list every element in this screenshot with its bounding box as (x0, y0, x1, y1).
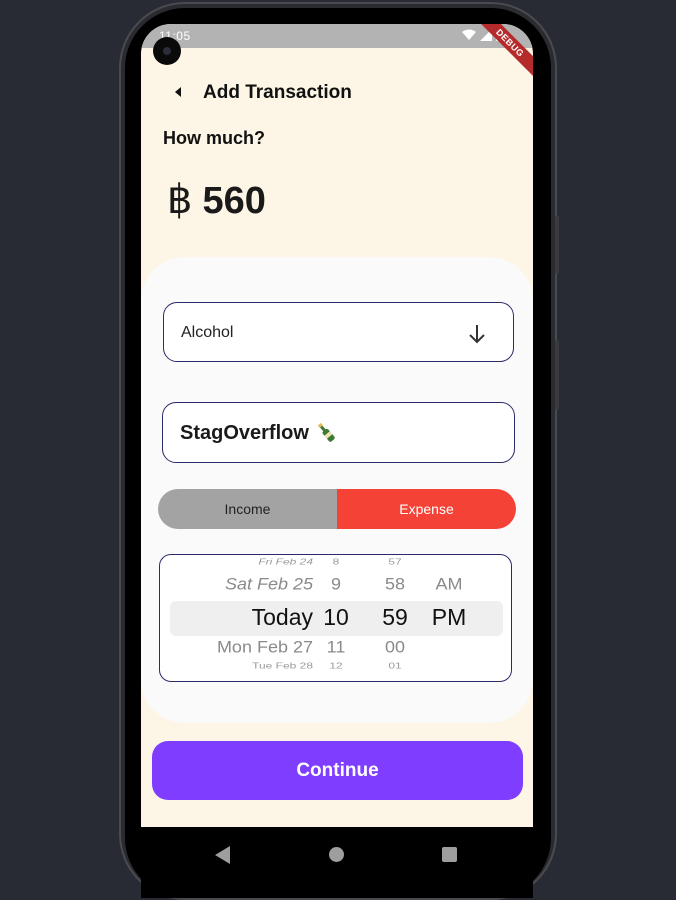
status-bar: 11:05 (141, 24, 533, 48)
nav-home-icon[interactable] (329, 847, 344, 862)
category-dropdown[interactable]: Alcohol (163, 302, 514, 362)
app-screen: 11:05 DEBUG Add Transaction How much? ฿ … (141, 24, 533, 898)
amount-prompt: How much? (163, 128, 265, 148)
back-arrow-icon[interactable] (173, 84, 183, 100)
transaction-type-toggle: Income Expense (158, 489, 516, 529)
wifi-icon (462, 29, 476, 40)
champagne-bottle-icon (317, 422, 335, 442)
picker-minute: 57 (388, 557, 402, 567)
description-field[interactable]: StagOverflow (162, 402, 515, 463)
picker-ampm: AM (435, 575, 463, 594)
app-header: Add Transaction (141, 74, 533, 110)
description-text: StagOverflow (180, 421, 337, 445)
picker-date: Sat Feb 25 (224, 575, 313, 594)
category-selected-value: Alcohol (181, 324, 234, 341)
picker-ampm: PM (431, 604, 467, 630)
picker-minute: 01 (388, 661, 402, 671)
nav-back-icon[interactable] (215, 846, 231, 864)
nav-recents-icon[interactable] (442, 847, 457, 862)
picker-hour: 12 (329, 661, 343, 671)
picker-date: Tue Feb 28 (252, 661, 313, 671)
power-button (555, 340, 559, 410)
amount-value: 560 (202, 180, 266, 222)
amount-display[interactable]: ฿ 560 (167, 177, 266, 223)
picker-hour: 10 (323, 604, 349, 630)
expense-toggle-button[interactable]: Expense (337, 489, 516, 529)
picker-date: Fri Feb 24 (258, 557, 313, 567)
picker-hour: 11 (326, 638, 346, 657)
picker-hour: 8 (332, 557, 340, 567)
picker-hour: 9 (330, 575, 341, 594)
date-time-picker[interactable]: Fri Feb 24 8 57 Sat Feb 25 9 58 AM Today… (159, 554, 512, 682)
picker-date: Mon Feb 27 (216, 638, 313, 657)
picker-minute: 58 (384, 575, 406, 594)
page-title: Add Transaction (203, 82, 352, 103)
picker-minute: 59 (382, 604, 408, 630)
arrow-down-icon (469, 325, 485, 344)
currency-symbol: ฿ (167, 178, 193, 222)
camera-icon (153, 37, 181, 65)
picker-date: Today (251, 604, 313, 630)
continue-button[interactable]: Continue (152, 741, 523, 800)
volume-button (555, 216, 559, 274)
income-toggle-button[interactable]: Income (158, 489, 337, 529)
picker-minute: 00 (384, 638, 406, 657)
system-nav-bar (141, 827, 533, 898)
description-value: StagOverflow (180, 421, 309, 444)
